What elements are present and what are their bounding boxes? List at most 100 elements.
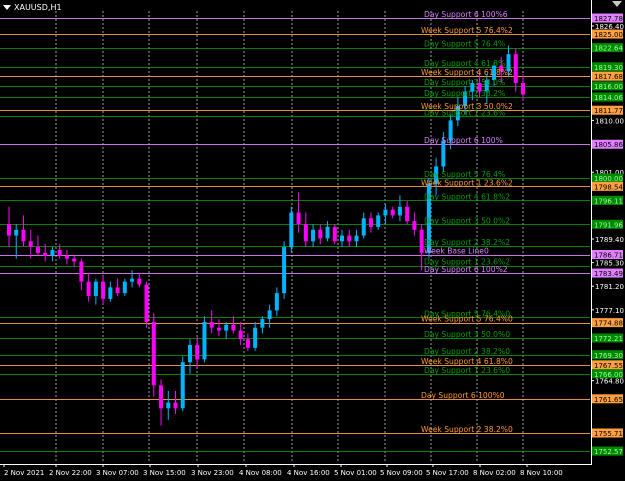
candle-body [289, 212, 294, 248]
candle [202, 316, 207, 363]
candle-body [260, 319, 265, 328]
time-tick-label: 4 Nov 08:00 [239, 469, 282, 477]
candle [303, 212, 308, 248]
support-level-label: Day Support 1 23.6%0 [424, 366, 510, 375]
candle-body [79, 261, 84, 282]
support-level-label: Week Support 5 76.4%2 [421, 26, 513, 35]
time-axis[interactable]: 2 Nov 2021 2 Nov 22:00 3 Nov 07:00 3 Nov 15… [0, 464, 592, 477]
candle [282, 241, 287, 299]
price-chart[interactable]: Day Support 6 100%6 Week Support 5 76.4%2… [0, 0, 625, 481]
candle-body [115, 287, 120, 294]
candle [253, 321, 258, 351]
price-level-badge-label: 1752.57 [594, 448, 623, 456]
candle [93, 278, 98, 305]
candle-body [14, 229, 19, 236]
candle-body [253, 327, 258, 348]
candle-body [21, 229, 26, 242]
price-level-badge-label: 1774.88 [594, 320, 623, 328]
candle-body [340, 235, 345, 242]
price-axis[interactable]: 1826.401810.001801.001789.401785.301781.… [591, 0, 624, 465]
candle [224, 321, 229, 340]
candle-body [50, 249, 55, 256]
support-level-labels: Day Support 6 100%6 Week Support 5 76.4%2… [421, 10, 513, 434]
candle [347, 229, 352, 248]
price-level-badge-label: 1772.21 [594, 335, 623, 343]
candle [79, 258, 84, 291]
candle [267, 304, 272, 328]
price-level-badge-label: 1766.00 [594, 371, 623, 379]
candle-body [311, 229, 316, 242]
candle-body [86, 281, 91, 297]
support-level-label: Day Support 4 61.8%2 [424, 192, 510, 201]
candle [187, 339, 192, 374]
candle-body [137, 278, 142, 285]
candle [332, 224, 337, 245]
candle [137, 272, 142, 288]
price-level-badge-label: 1822.64 [594, 45, 623, 53]
candle [238, 321, 243, 345]
price-level-badge-label: 1769.30 [594, 352, 623, 360]
candle [209, 310, 214, 334]
candle [340, 229, 345, 248]
candle-body [151, 321, 156, 386]
candle-body [216, 327, 221, 331]
candle-body [166, 402, 171, 409]
candle-body [412, 221, 417, 230]
price-level-badge-label: 1805.86 [594, 141, 623, 149]
price-level-badge-label: 1819.30 [594, 64, 623, 72]
candle [311, 224, 316, 248]
price-tick-label: 1777.10 [595, 307, 624, 315]
price-level-badge-label: 1796.11 [594, 197, 623, 205]
price-level-badge-label: 1811.77 [594, 107, 623, 115]
support-level-label: Day Support 2 38.2%0 [424, 347, 510, 356]
support-level-label: Day Support 6 100%0 [421, 391, 505, 400]
candle-body [325, 226, 330, 239]
candle [521, 74, 525, 101]
candle [28, 229, 33, 259]
time-tick-label: 8 Nov 02:00 [473, 469, 516, 477]
candle-body [318, 229, 323, 239]
candle [383, 203, 388, 225]
candle-body [376, 215, 381, 227]
candle-body [303, 224, 308, 242]
time-tick-label: 5 Nov 17:00 [426, 469, 469, 477]
time-tick-label: 5 Nov 09:00 [380, 469, 423, 477]
candle [21, 215, 26, 248]
candle-body [397, 206, 402, 216]
candle [216, 319, 221, 337]
price-level-badge-label: 1825.00 [594, 31, 623, 39]
candle [245, 333, 250, 351]
price-level-badge-label: 1800.00 [594, 175, 623, 183]
time-tick-label: 3 Nov 15:00 [143, 469, 186, 477]
candle [296, 192, 301, 233]
price-tick-label: 1785.30 [595, 260, 624, 268]
candle-body [159, 385, 164, 409]
support-level-label: Week Support 2 38.2%0 [421, 425, 513, 434]
time-tick-label: 4 Nov 16:00 [287, 469, 330, 477]
time-tick-label: 2 Nov 2021 [4, 469, 44, 477]
candle-body [245, 339, 250, 348]
support-level-label: Day Support 6 100%2 [424, 265, 508, 274]
candle [115, 278, 120, 297]
candle [7, 206, 11, 248]
support-level-label: Day Support 3 50.0%2 [424, 216, 510, 225]
candle-body [93, 281, 98, 297]
candle [50, 247, 55, 262]
candle [376, 212, 381, 230]
candle [318, 224, 323, 245]
candle-body [28, 241, 33, 248]
time-tick-label: 5 Nov 01:00 [334, 469, 377, 477]
candle [14, 224, 19, 259]
support-level-label: Day Support 3 50.0%0 [424, 330, 510, 339]
candle [513, 48, 518, 92]
price-level-badge-label: 1783.49 [594, 270, 623, 278]
candle [354, 229, 359, 248]
support-level-label: Day Support 6 100% [424, 136, 503, 145]
candle-body [35, 247, 40, 253]
candle-body [7, 224, 11, 236]
candle-body [202, 321, 207, 360]
candle-body [267, 310, 272, 320]
candle [361, 212, 366, 239]
candle [35, 235, 40, 256]
price-level-badge-label: 1816.00 [594, 83, 623, 91]
